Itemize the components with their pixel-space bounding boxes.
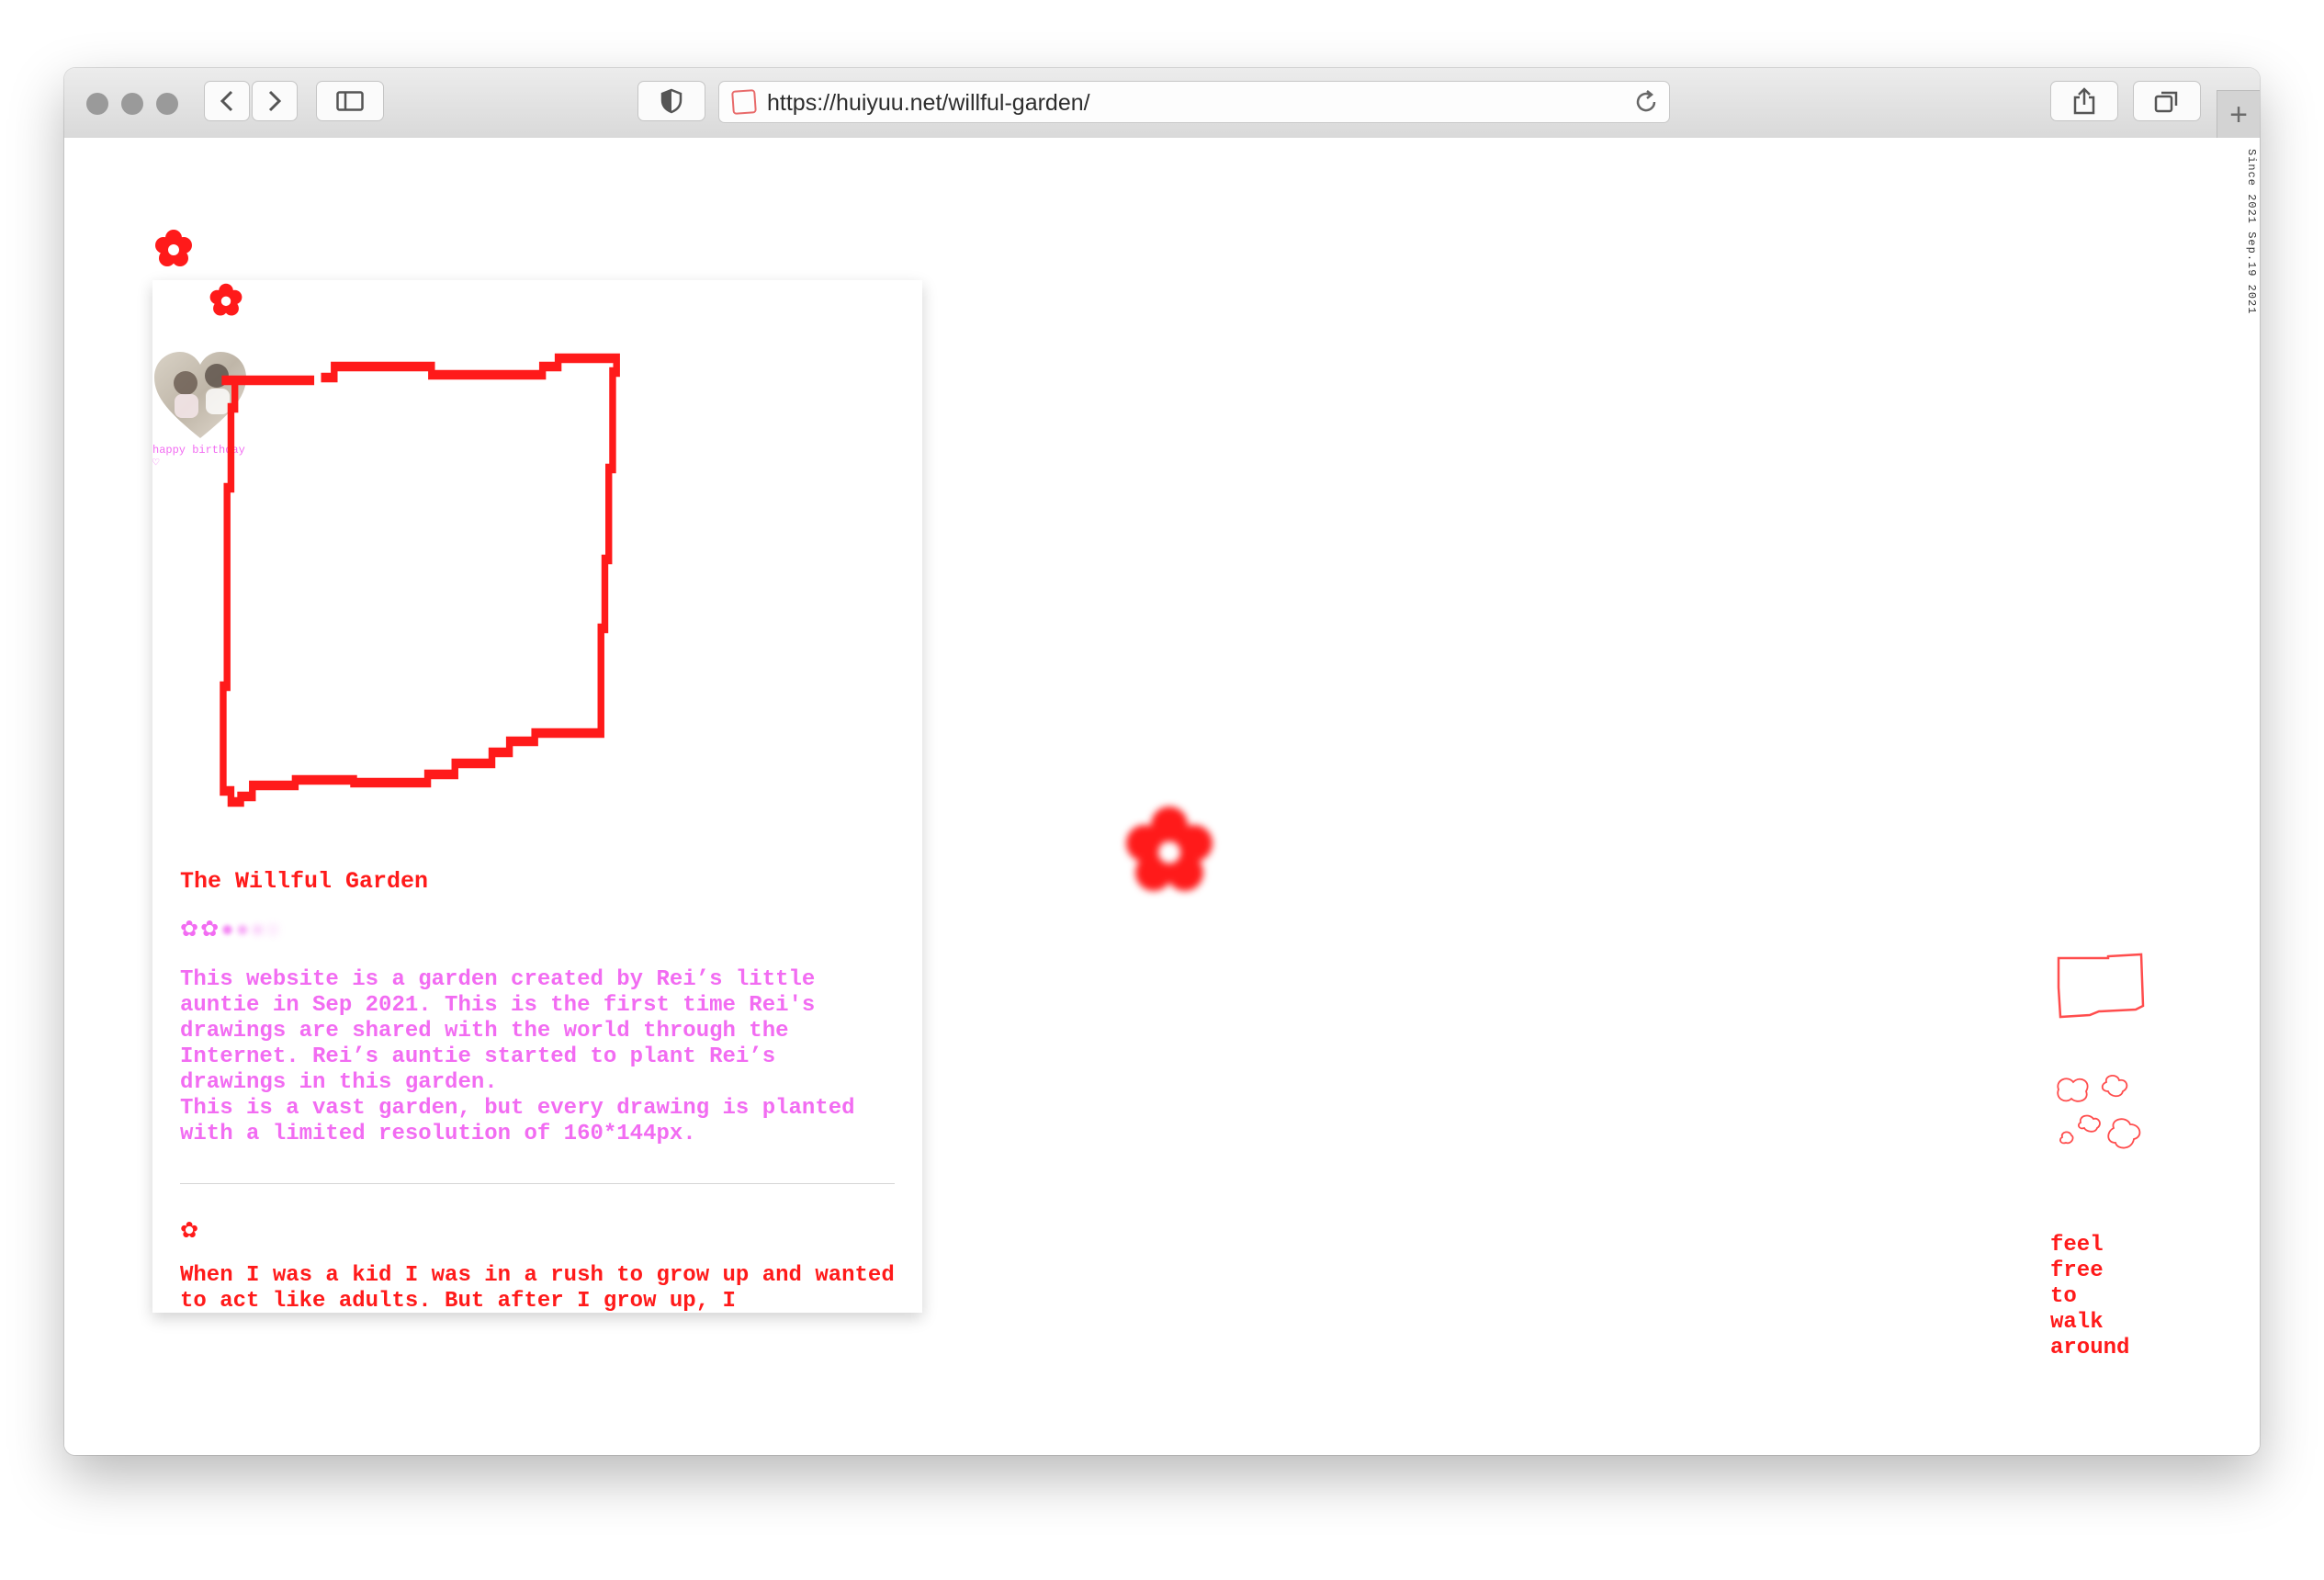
mini-frame-drawing[interactable] [2053,951,2149,1024]
reload-icon[interactable] [1632,88,1660,116]
browser-window: https://huiyuu.net/willful-garden/ + Sin… [64,68,2260,1455]
back-button[interactable] [204,81,250,121]
mini-clouds-drawing[interactable] [2053,1073,2154,1165]
close-window-icon[interactable] [86,93,108,115]
vertical-date-text: Since 2021 Sep.19 2021 [2245,149,2258,315]
garden-intro-card: happy birthday ♡ The Willful Garden ✿ ✿ … [152,280,922,1313]
sidebar-icon [336,91,364,111]
drawing-frame[interactable] [217,306,841,820]
blurred-dot-icon: ● [265,916,280,942]
floating-flower-icon[interactable] [1119,801,1220,902]
walk-word: free [2050,1258,2104,1283]
flower-icon[interactable] [152,228,195,270]
flower-dot-icon: ✿ [180,917,199,942]
share-icon [2073,87,2095,115]
blurred-dot-icon: ● [220,916,234,942]
back-icon [220,90,233,112]
tabs-button[interactable] [2133,81,2201,121]
blurred-dot-icon: ● [235,916,250,942]
browser-toolbar: https://huiyuu.net/willful-garden/ + [64,68,2260,139]
story-paragraph: When I was a kid I was in a rush to grow… [180,1263,895,1313]
address-bar[interactable]: https://huiyuu.net/willful-garden/ [718,81,1670,123]
flower-rating: ✿ ✿ ● ● ● ● [180,916,279,942]
privacy-shield-icon [660,88,683,114]
intro-paragraph: This website is a garden created by Rei’… [180,967,855,1146]
divider [180,1183,895,1184]
page-title: The Willful Garden [180,868,429,895]
page-content: Since 2021 Sep.19 2021 happy birthday ♡ … [64,138,2260,1455]
tabs-icon [2154,91,2178,113]
privacy-button[interactable] [637,81,705,121]
walk-hint: feel free to walk around [2050,1233,2160,1361]
new-tab-icon: + [2229,96,2248,132]
minimize-window-icon[interactable] [121,93,143,115]
zoom-window-icon[interactable] [156,93,178,115]
site-favicon-icon [731,89,757,115]
walk-word: walk [2050,1310,2104,1335]
blurred-dot-icon: ● [251,916,265,942]
url-text[interactable]: https://huiyuu.net/willful-garden/ [767,90,1090,117]
forward-icon [268,90,282,112]
walk-word: around [2050,1336,2130,1360]
share-button[interactable] [2050,81,2118,121]
walk-word: to [2050,1284,2077,1309]
new-tab-button[interactable]: + [2217,90,2260,139]
section-flower-icon: ✿ [180,1218,199,1243]
flower-dot-icon: ✿ [200,917,220,942]
walk-word: feel [2050,1233,2104,1258]
sidebar-button[interactable] [316,81,384,121]
forward-button[interactable] [252,81,298,121]
